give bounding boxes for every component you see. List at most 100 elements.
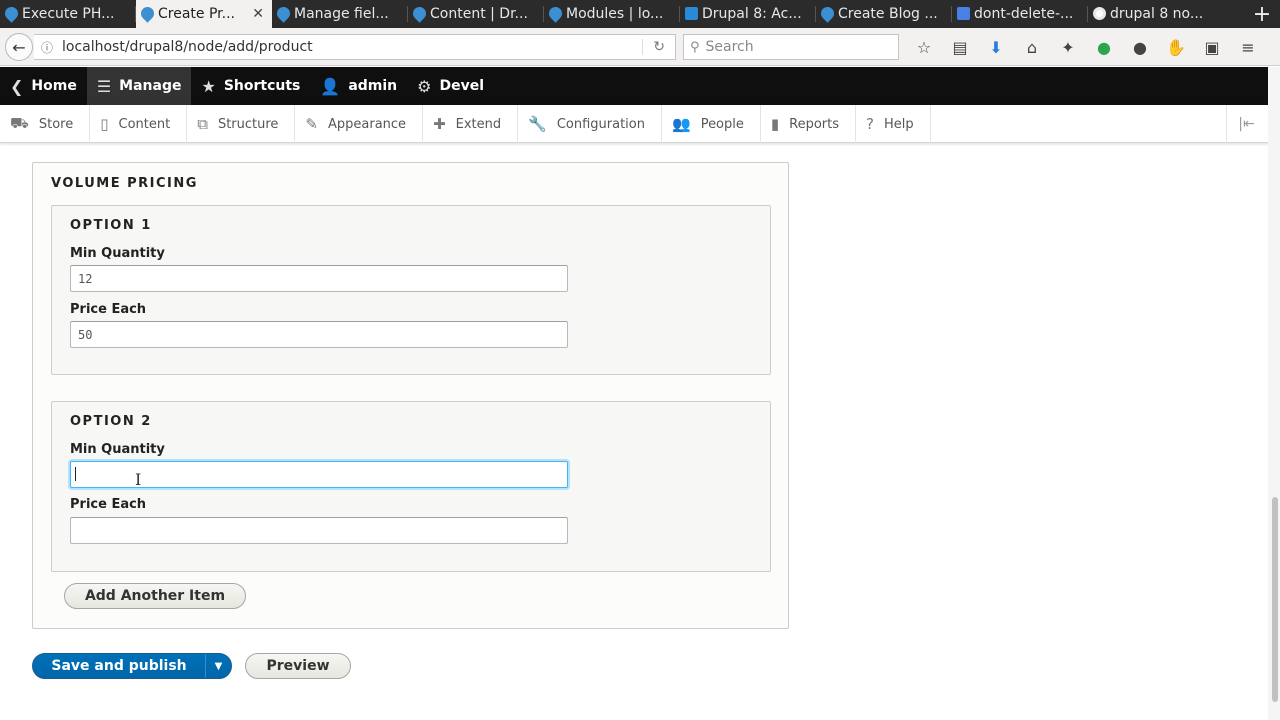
menu-icon: ☰: [96, 76, 112, 96]
browser-tab[interactable]: dont-delete-...: [952, 0, 1088, 28]
appearance-icon: ✎: [305, 115, 318, 133]
browser-toolbar-icons: ☆ ▤ ⬇ ⌂ ✦ ● ● ✋ ▣ ≡: [906, 34, 1266, 60]
tab-title: Modules | lo...: [566, 6, 664, 22]
browser-tab[interactable]: Modules | lo...: [544, 0, 680, 28]
bookmark-star-icon[interactable]: ☆: [906, 38, 942, 57]
text-cursor-icon: I: [135, 470, 142, 489]
reading-list-icon[interactable]: ▤: [942, 38, 978, 57]
drupal-icon: [410, 4, 429, 23]
tab-title: Execute PH...: [22, 6, 115, 22]
tray-item-store[interactable]: ⛟ Store: [0, 105, 91, 143]
browser-tab[interactable]: Execute PH...: [0, 0, 136, 28]
tab-title: dont-delete-...: [974, 6, 1074, 22]
extend-icon: ✚: [433, 115, 446, 133]
tray-item-help[interactable]: ? Help: [856, 105, 931, 143]
page-scrollbar[interactable]: [1268, 67, 1280, 720]
tray-label: Structure: [217, 116, 279, 132]
browser-tab[interactable]: Drupal 8: Ac...: [680, 0, 816, 28]
star-icon: ★: [201, 76, 216, 96]
drupal-icon: [2, 4, 21, 23]
text-caret: [75, 467, 76, 481]
tray-item-structure[interactable]: ⧉ Structure: [187, 105, 296, 143]
url-bar[interactable]: ⓘ localhost/drupal8/node/add/product ↻: [34, 34, 676, 60]
min-quantity-label: Min Quantity: [70, 246, 165, 261]
back-button[interactable]: ←: [5, 33, 33, 61]
price-each-input[interactable]: [70, 321, 568, 348]
tray-label: Help: [884, 116, 914, 132]
people-icon: 👥: [672, 115, 691, 133]
extension-icon[interactable]: ●: [1122, 38, 1158, 57]
back-arrow-icon: ←: [12, 37, 26, 57]
search-input[interactable]: ⚲ Search: [683, 34, 899, 60]
save-and-publish-button[interactable]: Save and publish ▼: [32, 653, 232, 679]
save-button-label: Save and publish: [51, 658, 187, 674]
home-icon[interactable]: ⌂: [1014, 38, 1050, 57]
tab-title: Create Pr...: [158, 6, 235, 22]
close-tab-icon[interactable]: ✕: [252, 6, 264, 22]
reload-icon[interactable]: ↻: [653, 39, 665, 55]
extension-icon[interactable]: ▣: [1194, 38, 1230, 57]
download-icon[interactable]: ⬇: [978, 38, 1014, 57]
option-1-fieldset: OPTION 1 Min Quantity Price Each: [51, 205, 771, 375]
price-each-label: Price Each: [70, 302, 147, 317]
dropdown-caret-icon[interactable]: ▼: [205, 654, 231, 678]
toolbar-label: admin: [348, 78, 398, 94]
drupal-icon: [546, 4, 565, 23]
tray-label: Reports: [789, 116, 840, 132]
browser-tab[interactable]: Create Blog ...: [816, 0, 952, 28]
drupal-toolbar: ❮ Home ☰ Manage ★ Shortcuts 👤 admin ⚙ Devel: [0, 67, 1280, 105]
tab-title: Content | Dr...: [430, 6, 528, 22]
grammarly-icon[interactable]: ●: [1086, 38, 1122, 57]
info-icon[interactable]: ⓘ: [38, 39, 56, 56]
tray-label: Content: [118, 116, 171, 132]
drupal-icon: [818, 4, 837, 23]
preview-button[interactable]: Preview: [245, 653, 351, 679]
user-icon: 👤: [320, 76, 341, 96]
toolbar-label: Shortcuts: [223, 78, 301, 94]
browser-tab[interactable]: drupal 8 no...: [1088, 0, 1224, 28]
toolbar-label: Manage: [119, 78, 182, 94]
search-icon: ⚲: [690, 39, 700, 55]
tray-label: Store: [38, 116, 74, 132]
option-2-fieldset: OPTION 2 Min Quantity Price Each: [51, 401, 771, 572]
url-text: localhost/drupal8/node/add/product: [62, 39, 313, 55]
volume-pricing-fieldset: VOLUME PRICING OPTION 1 Min Quantity Pri…: [32, 162, 789, 629]
add-another-item-button[interactable]: Add Another Item: [64, 583, 246, 609]
browser-tab[interactable]: Content | Dr...: [408, 0, 544, 28]
tab-title: Create Blog ...: [838, 6, 938, 22]
min-quantity-input[interactable]: [70, 461, 568, 488]
extension-icon[interactable]: ✦: [1050, 38, 1086, 57]
tray-item-configuration[interactable]: 🔧 Configuration: [518, 105, 662, 143]
toolbar-admin[interactable]: 👤 admin: [310, 67, 407, 105]
tray-label: Extend: [455, 116, 502, 132]
toolbar-label: Home: [31, 78, 77, 94]
codeforest-icon: [685, 7, 698, 20]
scrollbar-thumb[interactable]: [1272, 497, 1278, 702]
min-quantity-label: Min Quantity: [70, 442, 165, 457]
tray-item-extend[interactable]: ✚ Extend: [423, 105, 519, 143]
tab-title: Manage fiel...: [294, 6, 389, 22]
tray-item-people[interactable]: 👥 People: [662, 105, 761, 143]
tray-item-content[interactable]: ▯ Content: [90, 105, 188, 143]
new-tab-button[interactable]: +: [1244, 0, 1280, 28]
min-quantity-input[interactable]: [70, 265, 568, 292]
toolbar-shortcuts[interactable]: ★ Shortcuts: [191, 67, 310, 105]
help-icon: ?: [866, 115, 874, 133]
tray-label: Appearance: [328, 116, 407, 132]
admin-tray: ⛟ Store ▯ Content ⧉ Structure ✎ Appearance ✚…: [0, 105, 1280, 143]
browser-tab-active[interactable]: Create Pr... ✕: [136, 0, 272, 28]
toolbar-home[interactable]: ❮ Home: [0, 67, 87, 105]
browser-tab-strip: Execute PH... Create Pr... ✕ Manage fiel.…: [0, 0, 1280, 28]
hamburger-menu-icon[interactable]: ≡: [1230, 38, 1266, 57]
toolbar-label: Devel: [439, 78, 485, 94]
wrench-icon: 🔧: [528, 115, 547, 133]
tray-item-reports[interactable]: ▮ Reports: [761, 105, 857, 143]
price-each-label: Price Each: [70, 497, 147, 512]
extension-icon[interactable]: ✋: [1158, 38, 1194, 57]
tray-orientation-toggle[interactable]: |⇤: [1226, 105, 1266, 143]
tray-item-appearance[interactable]: ✎ Appearance: [295, 105, 424, 143]
toolbar-devel[interactable]: ⚙ Devel: [407, 67, 494, 105]
browser-tab[interactable]: Manage fiel...: [272, 0, 408, 28]
price-each-input[interactable]: [70, 517, 568, 544]
toolbar-manage[interactable]: ☰ Manage: [86, 67, 192, 105]
